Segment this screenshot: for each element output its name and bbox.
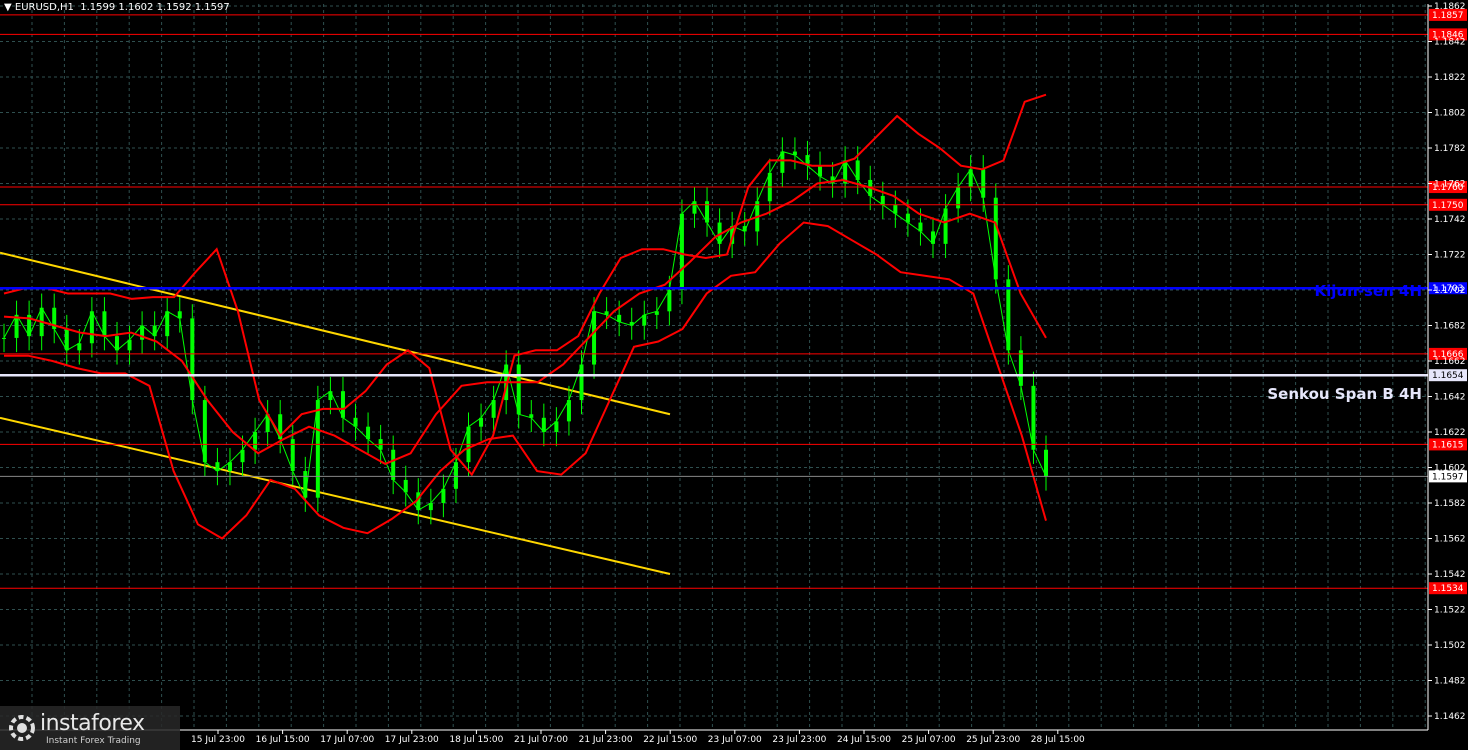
logo-name: instaforex bbox=[40, 711, 145, 736]
x-tick-label: 25 Jul 23:00 bbox=[966, 735, 1020, 745]
x-tick-label: 28 Jul 15:00 bbox=[1031, 735, 1085, 745]
y-tick-label: 1.1482 bbox=[1434, 677, 1466, 687]
x-tick-label: 25 Jul 07:00 bbox=[902, 735, 956, 745]
price-chart[interactable]: 1.18571.18461.17601.17501.1703Kijun-sen … bbox=[0, 0, 1468, 750]
y-tick-label: 1.1862 bbox=[1434, 2, 1466, 12]
x-tick-label: 17 Jul 23:00 bbox=[385, 735, 439, 745]
triangle-icon: ▼ bbox=[4, 2, 15, 13]
level-name-label: Senkou Span B 4H bbox=[1267, 385, 1422, 403]
y-tick-label: 1.1782 bbox=[1434, 144, 1466, 154]
y-tick-label: 1.1622 bbox=[1434, 428, 1466, 438]
x-tick-label: 18 Jul 15:00 bbox=[449, 735, 503, 745]
candle-body bbox=[290, 439, 295, 472]
candle-body bbox=[592, 311, 597, 365]
y-tick-label: 1.1802 bbox=[1434, 109, 1466, 119]
current-price-label: 1.1597 bbox=[1432, 472, 1464, 482]
ohlc-readout: 1.1599 1.1602 1.1592 1.1597 bbox=[80, 2, 230, 13]
x-tick-label: 22 Jul 15:00 bbox=[643, 735, 697, 745]
y-tick-label: 1.1582 bbox=[1434, 499, 1466, 509]
x-tick-label: 21 Jul 23:00 bbox=[579, 735, 633, 745]
x-tick-label: 17 Jul 07:00 bbox=[320, 735, 374, 745]
x-tick-label: 24 Jul 15:00 bbox=[837, 735, 891, 745]
x-tick-label: 16 Jul 15:00 bbox=[256, 735, 310, 745]
x-tick-label: 23 Jul 23:00 bbox=[772, 735, 826, 745]
level-price-label: 1.1654 bbox=[1432, 371, 1464, 381]
y-tick-label: 1.1842 bbox=[1434, 38, 1466, 48]
level-price-label: 1.1615 bbox=[1432, 440, 1464, 450]
level-name-label: Kijun-sen 4H bbox=[1315, 282, 1422, 300]
x-tick-label: 23 Jul 07:00 bbox=[708, 735, 762, 745]
y-tick-label: 1.1722 bbox=[1434, 251, 1466, 261]
y-tick-label: 1.1682 bbox=[1434, 322, 1466, 332]
y-tick-label: 1.1562 bbox=[1434, 535, 1466, 545]
level-price-label: 1.1750 bbox=[1432, 201, 1464, 211]
chart-header: ▼ EURUSD,H1 1.1599 1.1602 1.1592 1.1597 bbox=[4, 2, 230, 13]
y-tick-label: 1.1522 bbox=[1434, 606, 1466, 616]
candle-body bbox=[2, 337, 6, 339]
y-tick-label: 1.1662 bbox=[1434, 357, 1466, 367]
y-tick-label: 1.1542 bbox=[1434, 570, 1466, 580]
gear-icon bbox=[9, 715, 35, 741]
y-tick-label: 1.1642 bbox=[1434, 393, 1466, 403]
x-tick-label: 21 Jul 07:00 bbox=[514, 735, 568, 745]
y-tick-label: 1.1502 bbox=[1434, 641, 1466, 651]
x-tick-label: 15 Jul 23:00 bbox=[191, 735, 245, 745]
watermark-logo: instaforex Instant Forex Trading bbox=[0, 706, 180, 750]
y-tick-label: 1.1702 bbox=[1434, 286, 1466, 296]
y-tick-label: 1.1762 bbox=[1434, 180, 1466, 190]
symbol-label: EURUSD,H1 bbox=[14, 2, 74, 13]
candle-body bbox=[1031, 385, 1036, 450]
y-tick-label: 1.1462 bbox=[1434, 712, 1466, 722]
level-price-label: 1.1857 bbox=[1432, 11, 1464, 21]
y-tick-label: 1.1742 bbox=[1434, 215, 1466, 225]
level-price-label: 1.1534 bbox=[1432, 584, 1464, 594]
y-tick-label: 1.1602 bbox=[1434, 464, 1466, 474]
logo-tagline: Instant Forex Trading bbox=[46, 736, 141, 746]
y-tick-label: 1.1822 bbox=[1434, 73, 1466, 83]
